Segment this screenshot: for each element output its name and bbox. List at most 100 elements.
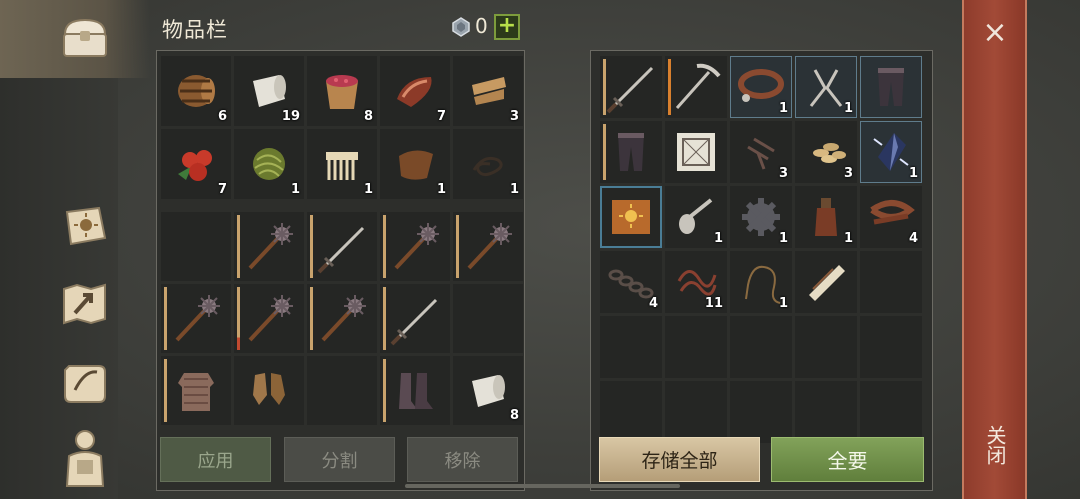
store-all-button[interactable]: 存储全部 (599, 437, 760, 482)
sword-slot[interactable] (380, 284, 450, 353)
sword-icon (600, 56, 662, 118)
empty-slot[interactable] (161, 212, 231, 281)
empty-slot[interactable] (795, 316, 857, 378)
leather-strips-slot[interactable]: 3 (453, 56, 523, 126)
item-count: 1 (843, 231, 853, 246)
empty-slot[interactable] (860, 381, 922, 443)
quest-scroll-icon[interactable] (58, 356, 112, 408)
empty-slot[interactable] (600, 316, 662, 378)
crystal-slot[interactable]: 1 (860, 121, 922, 183)
rope-slot[interactable]: 1 (453, 129, 523, 199)
spiked-mace-slot[interactable] (453, 212, 523, 281)
empty-slot[interactable] (600, 381, 662, 443)
empty-slot[interactable] (730, 316, 792, 378)
slot-background (860, 251, 922, 313)
raw-meat-slot[interactable]: 7 (380, 56, 450, 126)
bottle-slot[interactable]: 1 (795, 186, 857, 248)
add-gems-button[interactable]: + (494, 14, 520, 40)
leather-gloves-icon (234, 356, 304, 425)
spiked-mace-slot[interactable] (234, 212, 304, 281)
seeds-slot[interactable]: 3 (795, 121, 857, 183)
blueprint-slot[interactable] (665, 121, 727, 183)
leather-piece-slot[interactable]: 1 (380, 129, 450, 199)
pickaxe-slot[interactable] (665, 56, 727, 118)
slot-background (795, 316, 857, 378)
red-berries-slot[interactable]: 7 (161, 129, 231, 199)
item-count: 4 (908, 231, 918, 246)
boots-slot[interactable] (380, 356, 450, 425)
bone-comb-slot[interactable]: 1 (307, 129, 377, 199)
sword-slot[interactable] (600, 56, 662, 118)
slot-background (665, 316, 727, 378)
spiked-mace-slot[interactable] (234, 284, 304, 353)
slot-background (860, 381, 922, 443)
berry-bucket-slot[interactable]: 8 (307, 56, 377, 126)
barrel-slot[interactable]: 6 (161, 56, 231, 126)
gear-slot[interactable]: 1 (730, 186, 792, 248)
chainmail-slot[interactable] (161, 356, 231, 425)
sword-slot[interactable] (307, 212, 377, 281)
slot-background (161, 212, 231, 281)
nails-slot[interactable]: 3 (730, 121, 792, 183)
plant-fiber-ball-slot[interactable]: 1 (234, 129, 304, 199)
scroll-bundle-slot[interactable] (795, 251, 857, 313)
slot-background (600, 381, 662, 443)
character-icon[interactable] (58, 430, 112, 487)
spiked-mace-icon (234, 212, 304, 281)
sun-book-slot[interactable] (600, 186, 662, 248)
item-count: 1 (509, 182, 519, 197)
leather-gloves-slot[interactable] (234, 356, 304, 425)
item-count: 1 (778, 101, 788, 116)
item-count: 6 (217, 109, 227, 124)
empty-slot[interactable] (730, 381, 792, 443)
item-count: 1 (843, 101, 853, 116)
empty-slot[interactable] (795, 381, 857, 443)
whip-slot[interactable]: 1 (730, 251, 792, 313)
leg-armor-slot[interactable] (600, 121, 662, 183)
remove-button[interactable]: 移除 (407, 437, 518, 482)
spoon-slot[interactable]: 1 (665, 186, 727, 248)
chain-slot[interactable]: 4 (600, 251, 662, 313)
sword-icon (380, 284, 450, 353)
wires-slot[interactable]: 11 (665, 251, 727, 313)
item-count: 8 (363, 109, 373, 124)
scroll-bundle-icon (795, 251, 857, 313)
spiked-mace-slot[interactable] (161, 284, 231, 353)
spiked-mace-slot[interactable] (307, 284, 377, 353)
item-count: 7 (217, 182, 227, 197)
item-count: 8 (509, 408, 519, 423)
slot-background (600, 316, 662, 378)
collar-slot[interactable]: 1 (730, 56, 792, 118)
item-count: 1 (363, 182, 373, 197)
chest-icon[interactable] (58, 12, 112, 64)
empty-slot[interactable] (453, 284, 523, 353)
empty-slot[interactable] (307, 356, 377, 425)
slot-background (795, 381, 857, 443)
cloth-roll-slot[interactable]: 19 (234, 56, 304, 126)
pliers-slot[interactable]: 1 (795, 56, 857, 118)
item-count: 4 (648, 296, 658, 311)
spiked-mace-icon (380, 212, 450, 281)
leg-armor-slot[interactable] (860, 56, 922, 118)
empty-slot[interactable] (665, 316, 727, 378)
slot-background (860, 316, 922, 378)
empty-slot[interactable] (860, 251, 922, 313)
split-button[interactable]: 分割 (284, 437, 395, 482)
slot-background (307, 356, 377, 425)
pickaxe-icon (665, 56, 727, 118)
close-icon[interactable]: × (980, 18, 1010, 48)
close-label[interactable]: 关闭 (980, 425, 1010, 465)
empty-slot[interactable] (665, 381, 727, 443)
cloth-roll-slot[interactable]: 8 (453, 356, 523, 425)
spiked-mace-slot[interactable] (380, 212, 450, 281)
map-icon[interactable] (58, 277, 112, 329)
empty-slot[interactable] (860, 316, 922, 378)
take-all-button[interactable]: 全要 (771, 437, 924, 482)
sun-book-icon[interactable] (58, 200, 112, 252)
blueprint-icon (665, 121, 727, 183)
apply-button[interactable]: 应用 (160, 437, 271, 482)
item-count: 3 (509, 109, 519, 124)
item-count: 19 (281, 109, 300, 124)
item-count: 1 (778, 231, 788, 246)
leather-belt-slot[interactable]: 4 (860, 186, 922, 248)
